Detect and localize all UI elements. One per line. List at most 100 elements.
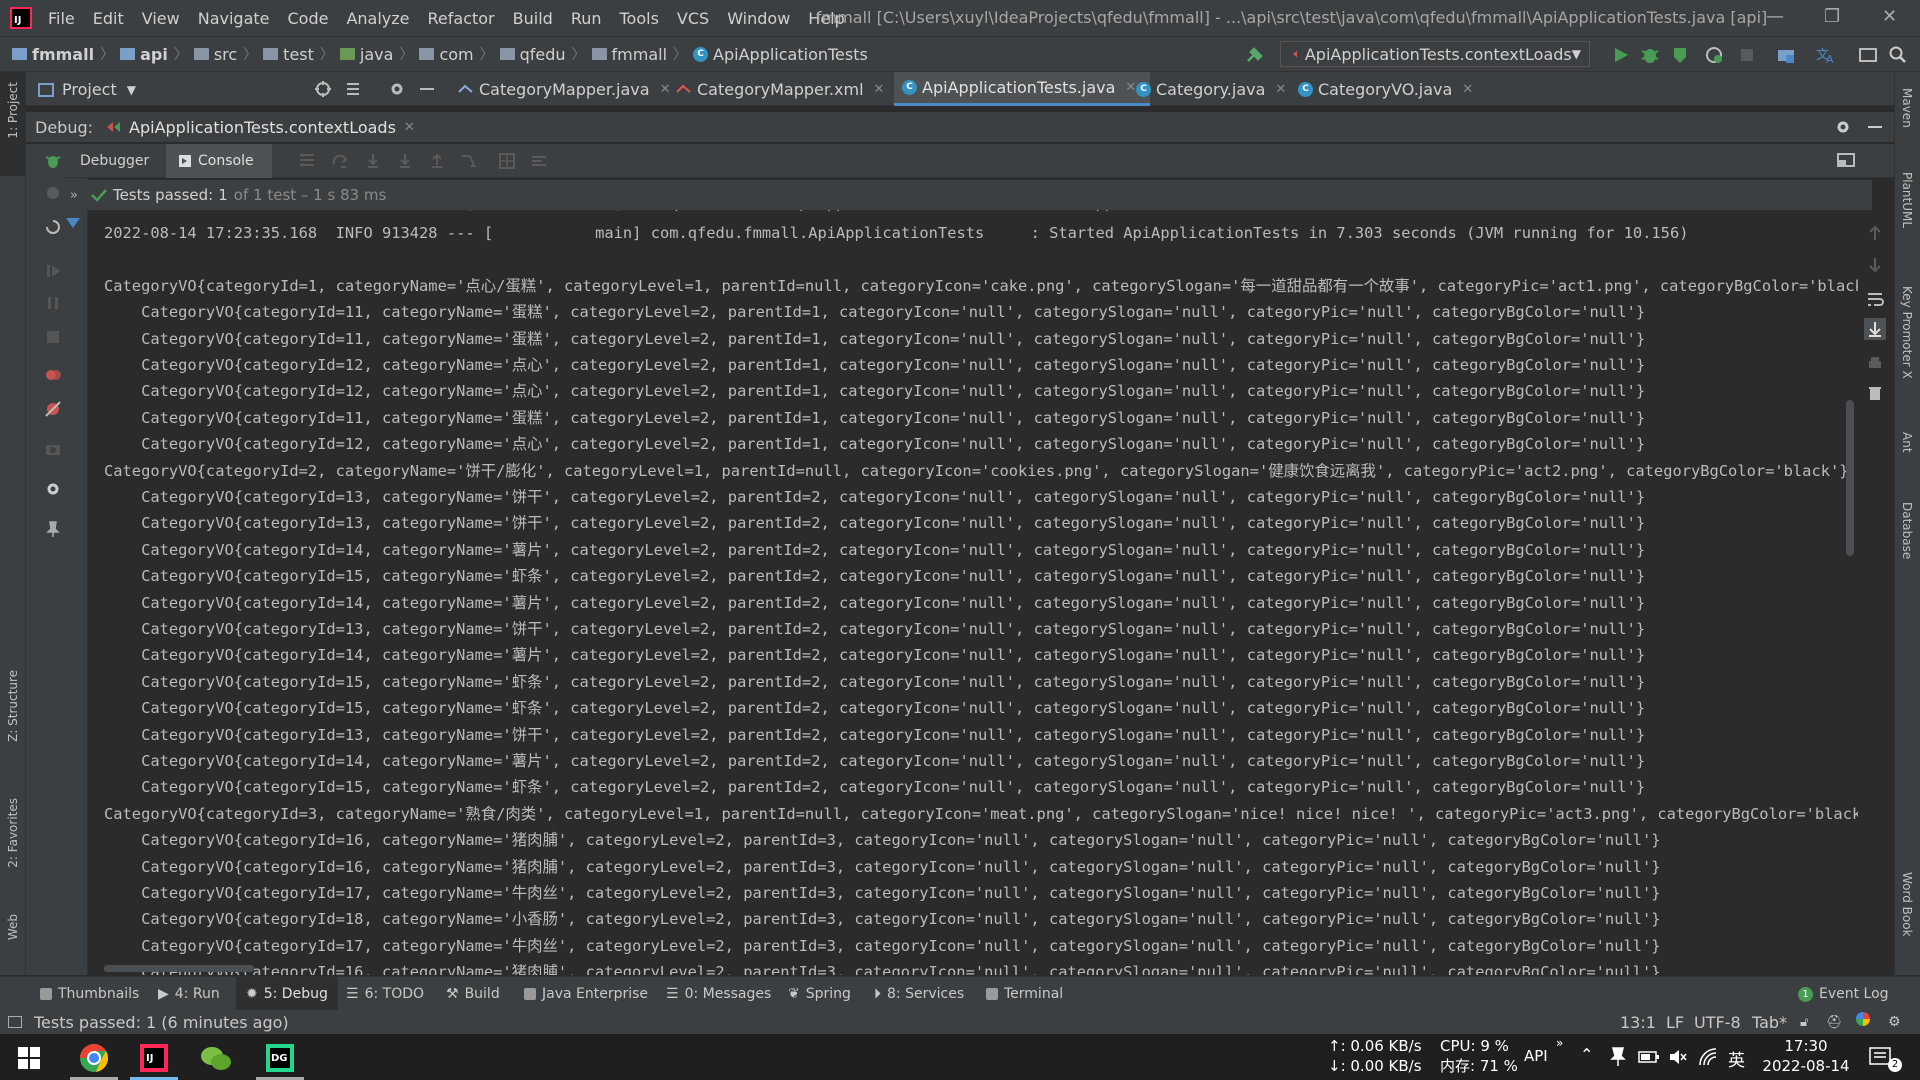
menu-navigate[interactable]: Navigate [198, 9, 270, 28]
menu-run[interactable]: Run [571, 9, 602, 28]
caret-position[interactable]: 13:1 [1620, 1013, 1656, 1032]
menu-refactor[interactable]: Refactor [428, 9, 495, 28]
tool-window-web[interactable]: Web [6, 914, 20, 940]
stop-icon[interactable] [44, 328, 62, 346]
down-stack-frame-icon[interactable] [1866, 256, 1884, 274]
menu-file[interactable]: File [48, 9, 75, 28]
collapse-arrow-icon[interactable] [66, 218, 80, 228]
build-hammer-icon[interactable] [1245, 45, 1265, 65]
windows-start-icon[interactable] [18, 1047, 40, 1069]
run-with-coverage-icon[interactable] [1670, 45, 1690, 65]
menu-analyze[interactable]: Analyze [346, 9, 409, 28]
breadcrumb-src[interactable]: src [214, 45, 237, 64]
run-configuration-select[interactable]: ApiApplicationTests.contextLoads ▼ [1280, 41, 1590, 67]
settings-gear-icon[interactable] [388, 80, 406, 98]
tab-debugger[interactable]: Debugger [80, 144, 149, 178]
tool-tab-messages[interactable]: ☰ 0: Messages [666, 977, 771, 1011]
tool-tab-build[interactable]: ⚒ Build [446, 977, 500, 1011]
tab-category-mapper-xml[interactable]: CategoryMapper.xml ✕ [676, 72, 884, 106]
chrome-icon[interactable] [76, 1040, 112, 1076]
event-log-button[interactable]: 1 Event Log [1798, 977, 1889, 1011]
intellij-logo-icon[interactable]: IJ [10, 7, 32, 29]
restore-layout-icon[interactable] [1836, 152, 1856, 170]
threads-menu-icon[interactable] [300, 154, 314, 156]
collapse-all-icon[interactable] [344, 80, 362, 98]
wifi-icon[interactable] [1698, 1047, 1718, 1067]
mute-breakpoints-icon[interactable] [44, 400, 62, 418]
menu-edit[interactable]: Edit [93, 9, 124, 28]
breadcrumb-com[interactable]: com [439, 45, 473, 64]
step-out-icon[interactable] [428, 152, 446, 170]
console-output[interactable]: 2022-08-14 17:23:35.1 INFO 913428 --- [ … [88, 210, 1858, 975]
print-icon[interactable] [1866, 354, 1884, 372]
settings-gear-icon[interactable] [1834, 118, 1852, 136]
project-structure-icon[interactable] [1776, 45, 1796, 65]
breadcrumb-class[interactable]: ApiApplicationTests [713, 45, 868, 64]
breadcrumb-java[interactable]: java [360, 45, 394, 64]
tool-window-plantuml[interactable]: PlantUML [1900, 172, 1914, 228]
line-separator[interactable]: LF [1666, 1013, 1684, 1032]
soft-wrap-icon[interactable] [1866, 290, 1884, 308]
translate-icon[interactable]: 文A [1816, 45, 1838, 65]
tool-window-maven[interactable]: Maven [1900, 88, 1914, 128]
google-translate-icon[interactable] [1856, 1012, 1870, 1026]
breadcrumb-api[interactable]: api [140, 45, 168, 64]
pin-icon[interactable] [1610, 1046, 1626, 1068]
file-encoding[interactable]: UTF-8 [1694, 1013, 1741, 1032]
debug-session-tab[interactable]: ApiApplicationTests.contextLoads ✕ [105, 118, 415, 137]
close-tab-icon[interactable]: ✕ [1275, 82, 1286, 97]
tool-window-structure[interactable]: Z: Structure [6, 670, 20, 742]
tool-window-favorites[interactable]: 2: Favorites [6, 798, 20, 868]
tool-tab-run[interactable]: ▶ 4: Run [158, 977, 220, 1011]
close-icon[interactable]: ✕ [1882, 6, 1897, 27]
locate-file-icon[interactable] [314, 80, 332, 98]
step-over-icon[interactable] [332, 152, 350, 170]
stop-icon[interactable] [1738, 46, 1756, 64]
presentation-mode-icon[interactable] [1858, 46, 1878, 64]
trace-current-stream-icon[interactable] [530, 152, 548, 170]
tool-tab-services[interactable]: ⏵ 8: Services [874, 977, 964, 1011]
search-icon[interactable] [1888, 45, 1908, 65]
intellij-idea-icon[interactable]: IJ [136, 1040, 172, 1076]
rerun-failed-icon[interactable] [44, 184, 62, 202]
settings-gear-icon[interactable] [44, 480, 62, 498]
battery-icon[interactable] [1638, 1049, 1660, 1065]
ime-indicator[interactable]: 英 [1728, 1046, 1745, 1071]
view-breakpoints-icon[interactable] [44, 366, 62, 384]
vertical-scrollbar[interactable] [1846, 400, 1854, 556]
close-tab-icon[interactable]: ✕ [1462, 82, 1473, 97]
pause-icon[interactable] [44, 294, 62, 312]
tool-window-ant[interactable]: Ant [1900, 432, 1914, 453]
api-indicator[interactable]: API [1524, 1047, 1548, 1065]
breadcrumb-qfedu[interactable]: qfedu [520, 45, 566, 64]
profiler-icon[interactable] [1704, 45, 1724, 65]
menu-code[interactable]: Code [288, 9, 329, 28]
menu-vcs[interactable]: VCS [677, 9, 709, 28]
tool-windows-toggle-icon[interactable] [8, 1016, 22, 1028]
up-stack-frame-icon[interactable] [1866, 224, 1884, 242]
tool-tab-spring[interactable]: ❦ Spring [788, 977, 851, 1011]
minimize-icon[interactable]: — [1766, 6, 1784, 27]
hide-panel-icon[interactable] [420, 88, 434, 90]
force-step-into-icon[interactable] [396, 152, 414, 170]
rerun-debug-icon[interactable] [44, 152, 62, 170]
tool-tab-thumbnails[interactable]: Thumbnails [40, 977, 139, 1011]
restore-icon[interactable]: ❐ [1824, 6, 1840, 27]
debug-icon[interactable] [1640, 45, 1660, 65]
close-tab-icon[interactable]: ✕ [874, 82, 885, 97]
run-icon[interactable] [1612, 46, 1630, 64]
step-into-icon[interactable] [364, 152, 382, 170]
tool-window-word-book[interactable]: Word Book [1900, 872, 1914, 937]
pin-tab-icon[interactable] [44, 520, 62, 538]
datagrip-icon[interactable]: DG [262, 1040, 298, 1076]
scroll-to-end-icon[interactable] [1864, 318, 1886, 340]
clear-all-trash-icon[interactable] [1866, 384, 1884, 402]
project-view-selector[interactable]: Project ▼ [38, 80, 136, 99]
breadcrumb-test[interactable]: test [283, 45, 314, 64]
volume-muted-icon[interactable] [1668, 1048, 1688, 1066]
inspector-icon[interactable]: ⛑︎ [1826, 1015, 1843, 1030]
tool-window-project[interactable]: 1: Project [6, 82, 20, 139]
close-tab-icon[interactable]: ✕ [1125, 80, 1136, 95]
menu-view[interactable]: View [142, 9, 180, 28]
tool-tab-java-enterprise[interactable]: Java Enterprise [524, 977, 648, 1011]
